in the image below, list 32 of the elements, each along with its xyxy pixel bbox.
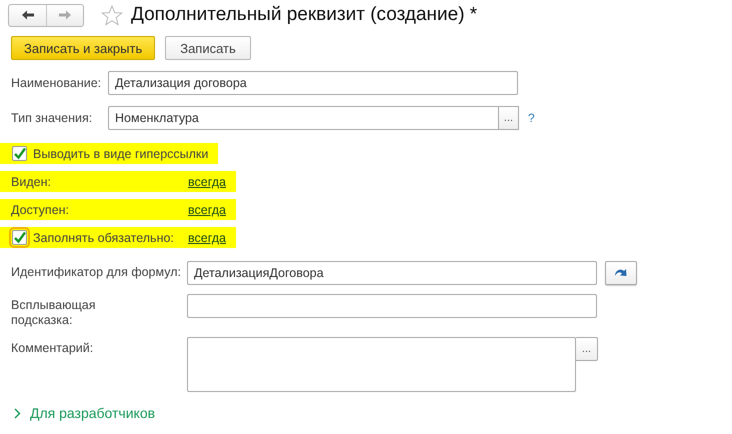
- value-link[interactable]: всегда: [188, 230, 226, 244]
- section-toggle[interactable]: Для разработчиков: [0, 401, 732, 421]
- checkbox[interactable]: [12, 230, 27, 245]
- action-button[interactable]: [605, 261, 637, 285]
- window-title: Дополнительный реквизит (создание) *: [131, 4, 478, 26]
- field-label: Наименование:: [11, 76, 102, 90]
- star-icon[interactable]: [101, 4, 123, 26]
- input-field[interactable]: Номенклатура: [108, 106, 499, 130]
- field-label: Комментарий:: [11, 340, 94, 356]
- value-link[interactable]: всегда: [188, 202, 226, 216]
- choose-button[interactable]: ...: [499, 106, 519, 130]
- value-link[interactable]: всегда: [188, 174, 226, 188]
- input-field[interactable]: Детализация договора: [108, 71, 518, 95]
- checkbox-label: Выводить в виде гиперссылки: [33, 146, 208, 160]
- field-label: Тип значения:: [11, 111, 94, 125]
- curved-arrow-icon: [614, 267, 628, 279]
- field-label: Заполнять обязательно:: [33, 230, 175, 244]
- save-and-close-button[interactable]: Записать и закрыть: [11, 36, 156, 60]
- checkbox[interactable]: [12, 146, 27, 161]
- chevron-icon: [14, 408, 21, 418]
- choose-button[interactable]: ...: [576, 337, 598, 361]
- back-arrow-icon: [20, 10, 34, 20]
- comment-field[interactable]: [187, 337, 576, 392]
- field-label: Доступен:: [11, 202, 70, 216]
- input-field[interactable]: [187, 294, 597, 318]
- field-label: Идентификатор для формул:: [11, 264, 182, 280]
- save-button[interactable]: Записать: [165, 36, 251, 60]
- forward-arrow-icon: [58, 10, 72, 20]
- help-link[interactable]: ?: [528, 111, 535, 125]
- field-label: Виден:: [11, 174, 52, 188]
- field-label: Всплывающая подсказка:: [11, 297, 96, 328]
- input-field[interactable]: ДетализацияДоговора: [187, 261, 597, 285]
